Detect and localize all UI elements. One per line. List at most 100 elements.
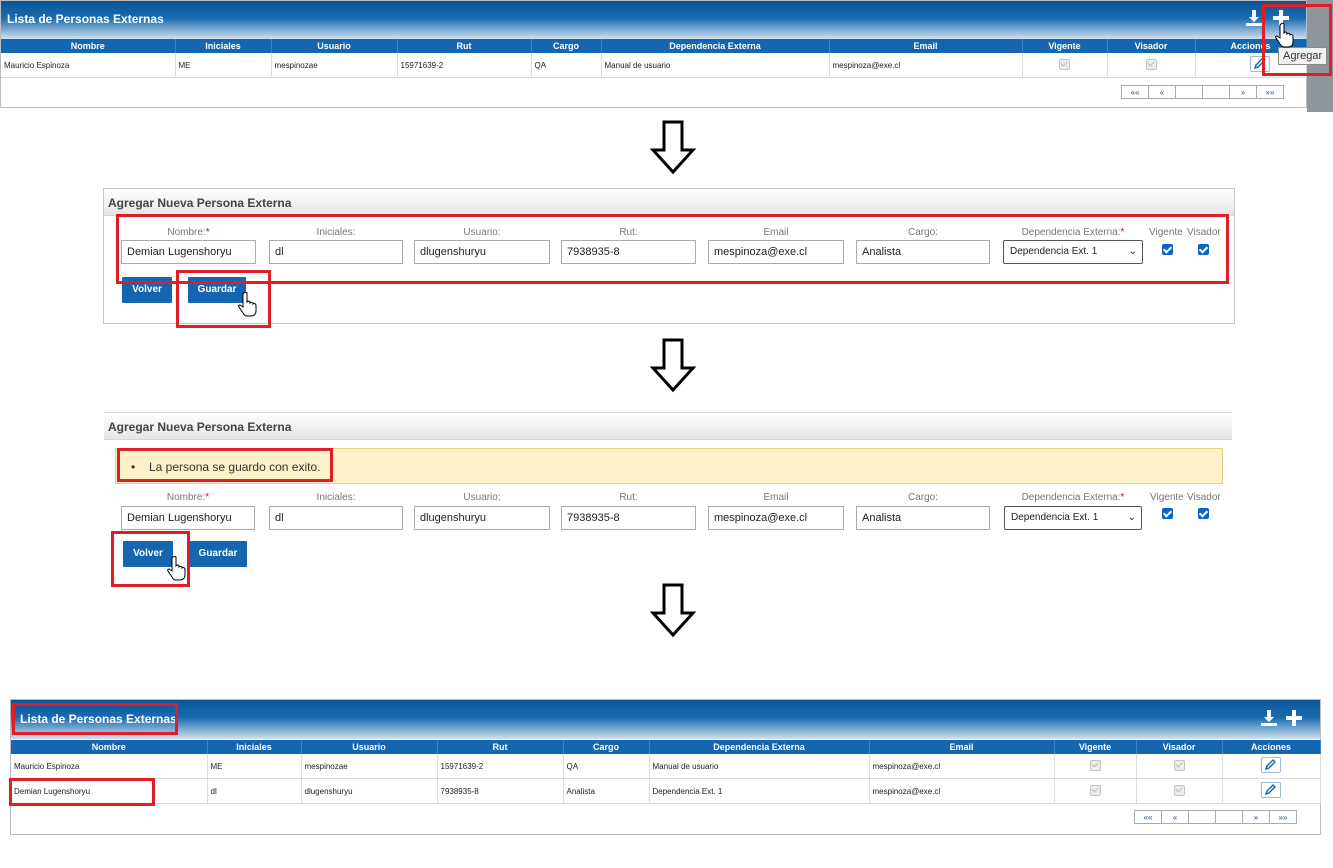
col-header[interactable]: Usuario [271, 39, 398, 53]
col-header[interactable]: Visador [1136, 740, 1223, 754]
guardar-button[interactable]: Guardar [189, 541, 247, 567]
pager-page[interactable] [1188, 810, 1216, 824]
col-header[interactable]: Rut [437, 740, 564, 754]
pager-last[interactable]: »» [1256, 85, 1284, 99]
edit-icon[interactable] [1261, 757, 1281, 773]
success-message: La persona se guardo con exito. [149, 460, 321, 474]
iniciales-input[interactable]: dl [269, 506, 403, 530]
vigente-checkbox-disabled [1089, 784, 1101, 796]
pager-first[interactable]: «« [1121, 85, 1149, 99]
download-icon[interactable] [1260, 709, 1278, 727]
iniciales-input[interactable]: dl [269, 240, 403, 264]
label-visador: Visador [1187, 492, 1221, 503]
edit-icon[interactable] [1249, 56, 1270, 72]
table-header-row: Nombre Iniciales Usuario Rut Cargo Depen… [1, 39, 1307, 53]
cell-dependencia: Manual de usuario [649, 754, 870, 779]
pager-next[interactable]: » [1229, 85, 1257, 99]
rut-input[interactable]: 7938935-8 [561, 240, 696, 264]
label-email: Email [763, 227, 789, 238]
list-table-before: Nombre Iniciales Usuario Rut Cargo Depen… [1, 39, 1307, 78]
label-cargo: Cargo: [907, 227, 938, 238]
table-row: Mauricio Espinoza ME mespinozae 15971639… [11, 754, 1321, 779]
dependencia-select[interactable]: Dependencia Ext. 1 ⌄ [1004, 506, 1142, 530]
col-header[interactable]: Cargo [563, 740, 650, 754]
hand-cursor-icon [167, 555, 186, 581]
col-header[interactable]: Email [869, 740, 1055, 754]
vigente-checkbox[interactable] [1162, 244, 1173, 255]
col-header[interactable]: Email [829, 39, 1023, 53]
list-title: Lista de Personas Externas [20, 712, 177, 726]
label-usuario: Usuario: [463, 227, 501, 238]
vigente-checkbox[interactable] [1162, 508, 1173, 519]
cell-vigente [1054, 754, 1137, 779]
pager-next[interactable]: » [1242, 810, 1270, 824]
saved-form-panel: Agregar Nueva Persona Externa • La perso… [104, 412, 1232, 582]
cell-email: mespinoza@exe.cl [869, 778, 1055, 804]
col-header[interactable]: Visador [1107, 39, 1196, 53]
pager-prev[interactable]: « [1148, 85, 1176, 99]
cargo-input[interactable]: Analista [856, 506, 990, 530]
label-iniciales: Iniciales: [316, 492, 356, 503]
pager-first[interactable]: «« [1134, 810, 1162, 824]
plus-icon[interactable] [1285, 709, 1303, 727]
list-header-bar: Lista de Personas Externas [11, 700, 1320, 739]
cell-nombre: Mauricio Espinoza [11, 754, 208, 779]
down-arrow-icon [650, 338, 696, 393]
cell-email: mespinoza@exe.cl [829, 53, 1023, 78]
email-input[interactable]: mespinoza@exe.cl [708, 240, 844, 264]
pager-page[interactable] [1175, 85, 1203, 99]
cell-rut: 7938935-8 [437, 778, 564, 804]
dependencia-select[interactable]: Dependencia Ext. 1 ⌄ [1003, 240, 1143, 264]
label-iniciales: Iniciales: [316, 227, 356, 238]
cell-acciones [1222, 754, 1321, 779]
col-header[interactable]: Cargo [531, 39, 602, 53]
label-nombre: Nombre:* [166, 492, 210, 503]
col-header[interactable]: Vigente [1054, 740, 1137, 754]
cell-cargo: QA [563, 754, 650, 779]
label-dependencia: Dependencia Externa:* [1021, 227, 1125, 238]
usuario-input[interactable]: dlugenshuryu [414, 506, 550, 530]
col-header[interactable]: Dependencia Externa [601, 39, 830, 53]
agregar-tooltip: Agregar [1278, 47, 1328, 65]
col-header[interactable]: Nombre [11, 740, 208, 754]
pager-prev[interactable]: « [1161, 810, 1189, 824]
cell-vigente [1054, 778, 1137, 804]
visador-checkbox[interactable] [1198, 244, 1209, 255]
pager-page[interactable] [1202, 85, 1230, 99]
download-icon[interactable] [1245, 9, 1263, 27]
volver-button[interactable]: Volver [123, 541, 173, 567]
table-row: Mauricio Espinoza ME mespinozae 15971639… [1, 53, 1307, 78]
add-form-panel: Agregar Nueva Persona Externa Nombre:* I… [103, 188, 1235, 324]
label-vigente: Vigente [1150, 492, 1184, 503]
pager-last[interactable]: »» [1269, 810, 1297, 824]
email-input[interactable]: mespinoza@exe.cl [708, 506, 844, 530]
chevron-down-icon: ⌄ [1127, 512, 1136, 523]
col-header[interactable]: Iniciales [175, 39, 272, 53]
cell-rut: 15971639-2 [437, 754, 564, 779]
edit-icon[interactable] [1261, 782, 1281, 798]
cell-acciones [1222, 778, 1321, 804]
cell-nombre: Demian Lugenshoryu [11, 778, 208, 804]
col-header[interactable]: Acciones [1222, 740, 1321, 754]
table-row: Demian Lugenshoryu dl dlugenshuryu 79389… [11, 778, 1321, 804]
pager-page[interactable] [1215, 810, 1243, 824]
cell-dependencia: Dependencia Ext. 1 [649, 778, 870, 804]
cargo-input[interactable]: Analista [856, 240, 990, 264]
col-header[interactable]: Usuario [301, 740, 438, 754]
col-header[interactable]: Iniciales [207, 740, 302, 754]
col-header[interactable]: Dependencia Externa [649, 740, 870, 754]
list-title: Lista de Personas Externas [7, 12, 164, 26]
col-header[interactable]: Nombre [1, 39, 176, 53]
nombre-input[interactable]: Demian Lugenshoryu [121, 506, 255, 530]
label-rut: Rut: [619, 492, 638, 503]
label-vigente: Vigente [1149, 227, 1183, 238]
col-header[interactable]: Rut [397, 39, 532, 53]
col-header[interactable]: Vigente [1022, 39, 1108, 53]
bullet-icon: • [131, 460, 136, 474]
rut-input[interactable]: 7938935-8 [561, 506, 696, 530]
nombre-input[interactable]: Demian Lugenshoryu [121, 240, 256, 264]
success-alert: • La persona se guardo con exito. [115, 448, 1223, 484]
volver-button[interactable]: Volver [122, 277, 172, 303]
usuario-input[interactable]: dlugenshuryu [414, 240, 550, 264]
visador-checkbox[interactable] [1198, 508, 1209, 519]
